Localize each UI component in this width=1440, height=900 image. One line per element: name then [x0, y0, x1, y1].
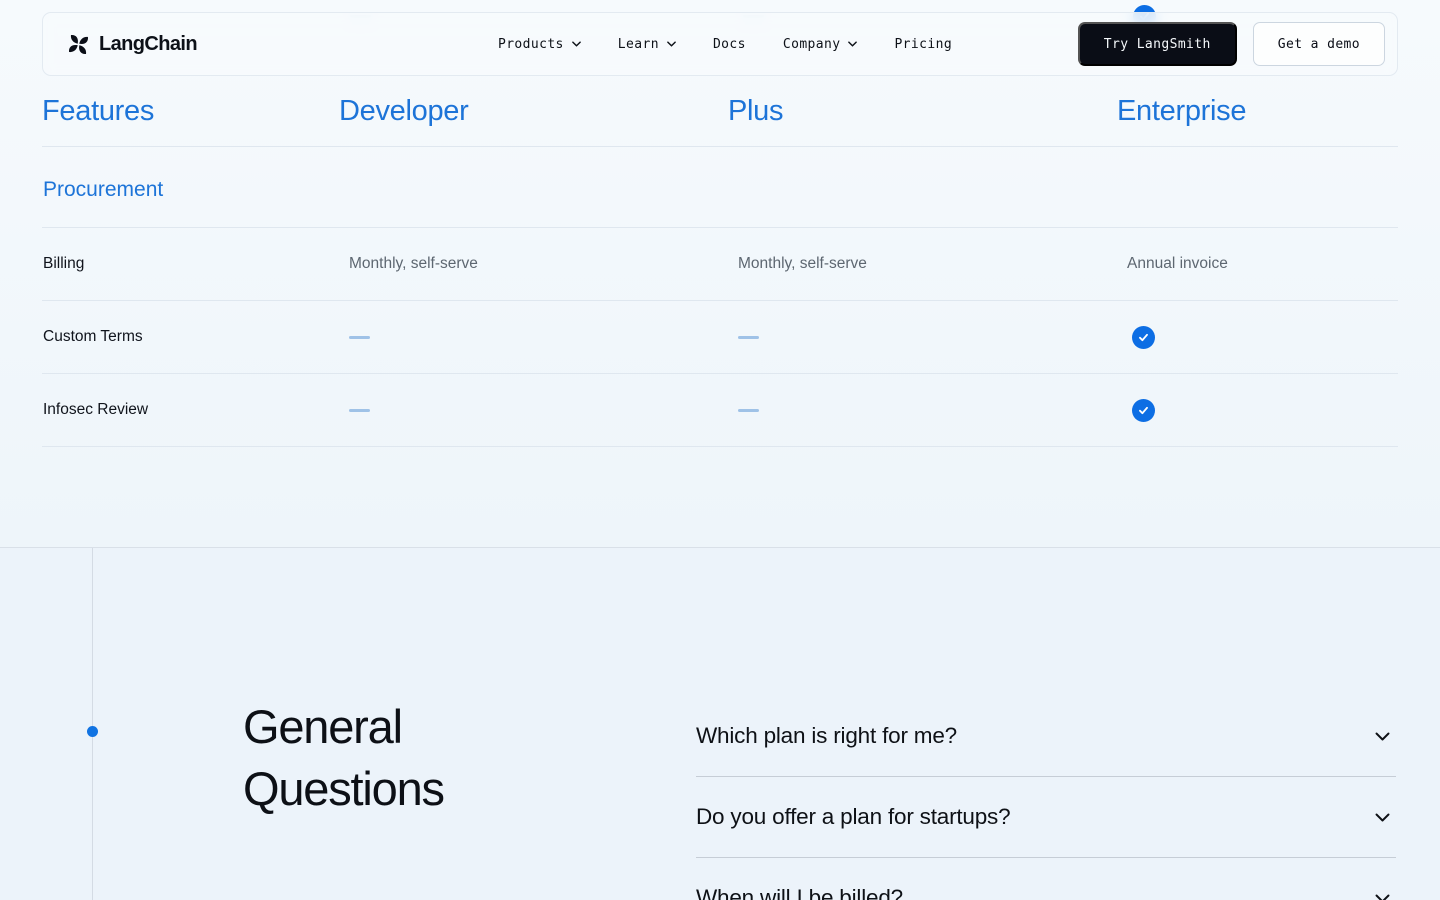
column-header-enterprise: Enterprise: [1117, 95, 1247, 127]
pricing-table-header: Features Developer Plus Enterprise: [42, 88, 1398, 147]
faq-item-do-you-offer-a-plan-for-startups[interactable]: Do you offer a plan for startups?: [696, 777, 1396, 858]
pricing-table: Features Developer Plus Enterprise Procurem…: [42, 88, 1398, 447]
nav-item-products[interactable]: Products: [498, 37, 581, 52]
plan-comparison-section: LangChain Products Learn Docs Company Pricin…: [0, 0, 1440, 547]
plan-value-cell: [339, 335, 728, 339]
nav-item-learn[interactable]: Learn: [618, 37, 676, 52]
plan-value-text: Annual invoice: [1127, 255, 1228, 272]
plan-value-cell: [1117, 398, 1398, 422]
nav-actions-zone: Try LangSmith Get a demo: [952, 22, 1386, 66]
langchain-logo-icon: [68, 34, 89, 54]
faq-list: Which plan is right for me? Do you offer …: [696, 696, 1396, 900]
faq-item-when-will-i-be-billed[interactable]: When will I be billed?: [696, 858, 1396, 900]
nav-item-pricing[interactable]: Pricing: [894, 37, 952, 52]
column-header-developer: Developer: [339, 95, 469, 127]
plan-value-cell: Monthly, self-serve: [728, 255, 1117, 273]
not-included-dash-icon: [738, 408, 759, 412]
not-included-dash-icon: [349, 408, 370, 412]
table-row-billing: Billing Monthly, self-serve Monthly, self-…: [42, 228, 1398, 301]
feature-label: Billing: [43, 255, 85, 272]
get-a-demo-button[interactable]: Get a demo: [1252, 22, 1386, 66]
faq-question: Do you offer a plan for startups?: [696, 804, 1011, 829]
plan-value-cell: [1117, 325, 1398, 349]
faq-title-line1: General: [243, 700, 403, 753]
faq-title: General Questions: [243, 696, 445, 820]
not-included-dash-icon: [738, 335, 759, 339]
plan-value-text: Monthly, self-serve: [349, 255, 478, 272]
table-row-infosec-review: Infosec Review: [42, 374, 1398, 447]
plan-value-cell: Monthly, self-serve: [339, 255, 728, 273]
nav-item-label: Pricing: [894, 36, 953, 52]
try-langsmith-button[interactable]: Try LangSmith: [1077, 22, 1237, 66]
table-row-custom-terms: Custom Terms: [42, 301, 1398, 374]
nav-item-company[interactable]: Company: [783, 37, 858, 52]
nav-item-label: Company: [782, 36, 841, 52]
included-check-icon: [1132, 325, 1155, 349]
chevron-down-icon: [667, 41, 676, 47]
chevron-down-icon: [1375, 894, 1390, 900]
plan-value-cell: Annual invoice: [1117, 255, 1398, 273]
chevron-down-icon: [571, 41, 581, 47]
column-header-features: Features: [42, 95, 155, 127]
chevron-down-icon: [1375, 813, 1390, 821]
nav-item-label: Products: [497, 36, 564, 52]
decorative-blue-dot: [87, 726, 98, 737]
plan-value-cell: [728, 408, 1117, 412]
pricing-table-rows: Billing Monthly, self-serve Monthly, self-…: [42, 228, 1398, 447]
faq-question: When will I be billed?: [696, 885, 903, 900]
faq-title-line2: Questions: [243, 762, 445, 815]
brand-link[interactable]: LangChain: [65, 31, 198, 58]
plan-value-text: Monthly, self-serve: [738, 255, 867, 272]
chevron-down-icon: [848, 41, 858, 47]
nav-item-label: Learn: [617, 36, 659, 52]
plan-value-cell: [728, 335, 1117, 339]
nav-item-docs[interactable]: Docs: [713, 37, 746, 52]
feature-label: Custom Terms: [43, 328, 143, 345]
faq-section: General Questions Which plan is right for…: [0, 547, 1440, 900]
included-check-icon: [1132, 398, 1155, 422]
brand-name: LangChain: [99, 32, 198, 55]
table-section-procurement: Procurement: [42, 147, 1398, 228]
faq-question: Which plan is right for me?: [696, 723, 957, 748]
column-header-plus: Plus: [728, 95, 784, 127]
feature-label: Infosec Review: [43, 401, 149, 418]
nav-item-label: Docs: [712, 36, 746, 52]
chevron-down-icon: [1375, 732, 1390, 740]
plan-value-cell: [339, 408, 728, 412]
nav-links: Products Learn Docs Company Pricing: [498, 37, 952, 52]
faq-item-which-plan-is-right-for-me[interactable]: Which plan is right for me?: [696, 696, 1396, 777]
nav-brand-zone: LangChain: [65, 31, 498, 58]
top-nav: LangChain Products Learn Docs Company Pricin…: [42, 12, 1398, 76]
decorative-vertical-line: [92, 548, 93, 900]
not-included-dash-icon: [349, 335, 370, 339]
